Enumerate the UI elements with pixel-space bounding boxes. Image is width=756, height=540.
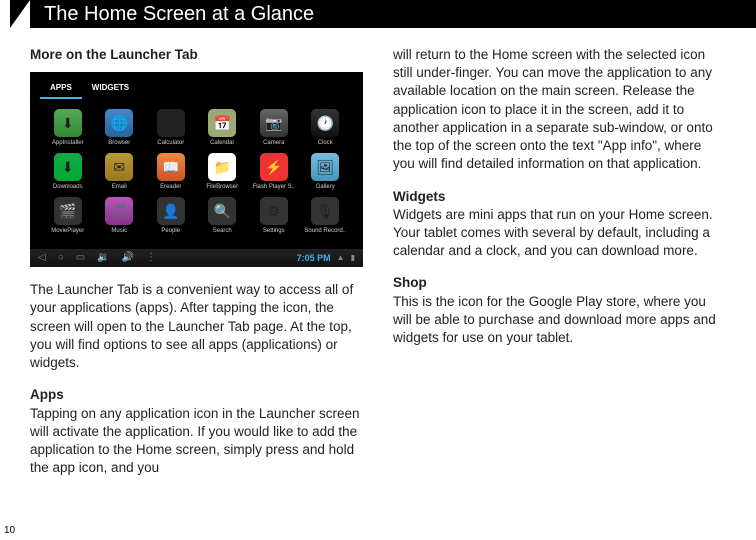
- launcher-intro-text: The Launcher Tab is a convenient way to …: [30, 281, 363, 372]
- app-icon: ⬇: [54, 153, 82, 181]
- app-item[interactable]: 👤 People: [147, 197, 195, 235]
- app-icon: 🖼: [311, 153, 339, 181]
- app-label: AppInstaller: [52, 139, 84, 147]
- app-item[interactable]: 🖼 Gallery: [302, 153, 350, 191]
- app-item[interactable]: ⚡ Flash Player S..: [250, 153, 298, 191]
- app-label: Downloads: [53, 183, 83, 191]
- shop-text: This is the icon for the Google Play sto…: [393, 293, 726, 348]
- wifi-icon: ▲: [337, 253, 345, 264]
- back-icon[interactable]: ◁: [38, 251, 46, 265]
- shop-heading: Shop: [393, 274, 726, 292]
- app-item[interactable]: 📖 Ereader: [147, 153, 195, 191]
- app-item[interactable]: 📁 FileBrowser: [199, 153, 247, 191]
- app-icon: 👤: [157, 197, 185, 225]
- app-label: People: [161, 227, 180, 235]
- app-icon: 📁: [208, 153, 236, 181]
- apps-text-continued: will return to the Home screen with the …: [393, 46, 726, 174]
- nav-buttons: ◁ ○ ▭ 🔉 🔊 ⋮: [38, 251, 156, 265]
- app-icon: 🎵: [105, 197, 133, 225]
- app-icon: 📷: [260, 109, 288, 137]
- app-grid: ⬇ AppInstaller 🌐 Browser 🖩 Calculator 📅 Calenda…: [40, 103, 353, 241]
- app-label: Sound Record..: [304, 227, 346, 235]
- app-icon: 🕐: [311, 109, 339, 137]
- app-item[interactable]: 📅 Calendar: [199, 109, 247, 147]
- recent-icon[interactable]: ▭: [76, 251, 85, 265]
- widgets-text: Widgets are mini apps that run on your H…: [393, 206, 726, 261]
- app-item[interactable]: 🕐 Clock: [302, 109, 350, 147]
- app-label: Settings: [263, 227, 285, 235]
- app-item[interactable]: 📷 Camera: [250, 109, 298, 147]
- app-label: Gallery: [316, 183, 335, 191]
- app-label: Camera: [263, 139, 284, 147]
- volume-down-icon[interactable]: 🔉: [97, 251, 109, 265]
- app-label: FileBrowser: [206, 183, 238, 191]
- clock: 7:05 PM: [297, 252, 331, 264]
- app-icon: 📖: [157, 153, 185, 181]
- app-item[interactable]: 🌐 Browser: [96, 109, 144, 147]
- page-number: 10: [4, 525, 15, 536]
- volume-up-icon[interactable]: 🔊: [122, 251, 134, 265]
- app-label: Music: [111, 227, 127, 235]
- app-item[interactable]: 🎵 Music: [96, 197, 144, 235]
- android-nav-bar: ◁ ○ ▭ 🔉 🔊 ⋮ 7:05 PM ▲ ▮: [30, 249, 363, 267]
- app-label: Browser: [108, 139, 130, 147]
- app-item[interactable]: 🎙 Sound Record..: [302, 197, 350, 235]
- app-item[interactable]: ⚙ Settings: [250, 197, 298, 235]
- app-icon: ⚡: [260, 153, 288, 181]
- app-item[interactable]: ⬇ Downloads: [44, 153, 92, 191]
- launcher-heading: More on the Launcher Tab: [30, 46, 363, 64]
- app-icon: 🎙: [311, 197, 339, 225]
- app-icon: 🎬: [54, 197, 82, 225]
- app-label: Email: [112, 183, 127, 191]
- apps-heading: Apps: [30, 386, 363, 404]
- app-item[interactable]: 🖩 Calculator: [147, 109, 195, 147]
- app-label: Calendar: [210, 139, 234, 147]
- content-area: More on the Launcher Tab APPS WIDGETS ⬇ A…: [0, 28, 756, 491]
- app-icon: ⬇: [54, 109, 82, 137]
- app-label: Calculator: [157, 139, 184, 147]
- app-icon: ✉: [105, 153, 133, 181]
- status-area: 7:05 PM ▲ ▮: [297, 252, 355, 264]
- battery-icon: ▮: [351, 253, 355, 264]
- widgets-heading: Widgets: [393, 188, 726, 206]
- home-icon[interactable]: ○: [58, 251, 64, 265]
- app-icon: 🖩: [157, 109, 185, 137]
- launcher-tabs: APPS WIDGETS: [40, 80, 353, 99]
- tab-apps[interactable]: APPS: [40, 80, 82, 99]
- app-item[interactable]: ✉ Email: [96, 153, 144, 191]
- page-title: The Home Screen at a Glance: [30, 0, 756, 28]
- app-icon: 🔍: [208, 197, 236, 225]
- tab-widgets[interactable]: WIDGETS: [82, 80, 139, 99]
- app-icon: ⚙: [260, 197, 288, 225]
- tablet-screenshot: APPS WIDGETS ⬇ AppInstaller 🌐 Browser 🖩 Calcu…: [30, 72, 363, 267]
- left-column: More on the Launcher Tab APPS WIDGETS ⬇ A…: [30, 46, 363, 491]
- menu-icon[interactable]: ⋮: [146, 251, 156, 265]
- app-item[interactable]: 🔍 Search: [199, 197, 247, 235]
- app-label: MoviePlayer: [51, 227, 84, 235]
- app-label: Search: [213, 227, 232, 235]
- app-label: Ereader: [160, 183, 181, 191]
- app-label: Clock: [318, 139, 333, 147]
- app-icon: 📅: [208, 109, 236, 137]
- app-icon: 🌐: [105, 109, 133, 137]
- app-item[interactable]: 🎬 MoviePlayer: [44, 197, 92, 235]
- apps-text: Tapping on any application icon in the L…: [30, 405, 363, 478]
- right-column: will return to the Home screen with the …: [393, 46, 726, 491]
- app-item[interactable]: ⬇ AppInstaller: [44, 109, 92, 147]
- title-bar: The Home Screen at a Glance: [30, 0, 756, 28]
- app-label: Flash Player S..: [253, 183, 295, 191]
